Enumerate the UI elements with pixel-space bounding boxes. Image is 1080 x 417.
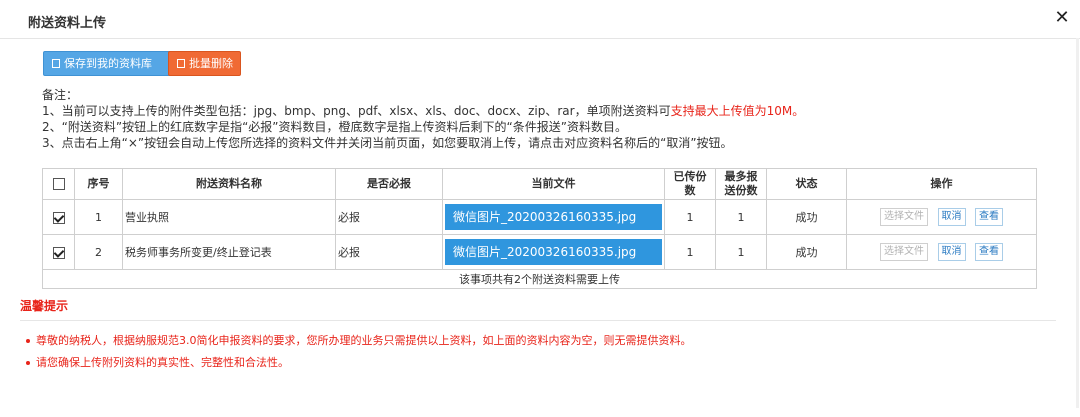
upload-dialog: 附送资料上传 ✕ 保存到我的资料库 批量删除 备注： 1、当前可以支持上传的附件…: [0, 0, 1080, 417]
row-file-cell: 微信图片_20200326160335.jpg: [442, 234, 665, 270]
batch-delete-button[interactable]: 批量删除: [168, 51, 241, 76]
table-header-row: 序号 附送资料名称 是否必报 当前文件 已传份数 最多报 送份数 状态 操作: [42, 168, 1037, 200]
col-uploaded-line2: 数: [684, 184, 696, 197]
row-status: 成功: [766, 199, 847, 235]
row-checkbox[interactable]: [52, 211, 65, 224]
close-icon[interactable]: ✕: [1052, 8, 1072, 28]
row-file[interactable]: 微信图片_20200326160335.jpg: [445, 204, 662, 230]
cancel-button[interactable]: 取消: [937, 243, 966, 261]
tips-divider: [20, 320, 1056, 321]
view-button[interactable]: 查看: [975, 243, 1003, 261]
col-name: 附送资料名称: [122, 168, 336, 200]
col-max-line2: 送份数: [724, 184, 758, 197]
col-ops: 操作: [846, 168, 1037, 200]
save-button-label: 保存到我的资料库: [64, 57, 152, 70]
notes-line-1-highlight: 支持最大上传值为10M。: [670, 104, 805, 118]
col-max: 最多报 送份数: [715, 168, 767, 200]
choose-file-button[interactable]: 选择文件: [880, 208, 928, 226]
col-max-line1: 最多报: [724, 170, 758, 183]
row-required: 必报: [335, 234, 443, 270]
bullet-icon: [26, 339, 30, 343]
row-max: 1: [715, 234, 767, 270]
dialog-title: 附送资料上传: [28, 16, 107, 31]
notes-line-1: 1、当前可以支持上传的附件类型包括：jpg、bmp、png、pdf、xlsx、x…: [42, 103, 804, 119]
save-icon: [52, 59, 60, 68]
select-all-cell[interactable]: [42, 168, 75, 200]
tip-text: 请您确保上传附列资料的真实性、完整性和合法性。: [36, 356, 289, 369]
notes-line-1-text: 1、当前可以支持上传的附件类型包括：jpg、bmp、png、pdf、xlsx、x…: [42, 104, 671, 118]
save-to-library-button[interactable]: 保存到我的资料库: [43, 51, 173, 76]
notes-line-3: 3、点击右上角“×”按钮会自动上传您所选择的资料文件并关闭当前页面，如您要取消上…: [42, 136, 733, 150]
notes-line-2: 2、“附送资料”按钮上的红底数字是指“必报”资料数目，橙底数字是指上传资料后剩下…: [42, 120, 627, 134]
row-required: 必报: [335, 199, 443, 235]
row-seq: 1: [74, 199, 123, 235]
col-uploaded: 已传份数: [664, 168, 716, 200]
tips-title: 温馨提示: [20, 299, 69, 313]
col-file: 当前文件: [442, 168, 665, 200]
col-required: 是否必报: [335, 168, 443, 200]
row-file[interactable]: 微信图片_20200326160335.jpg: [445, 239, 662, 265]
table-row: 1 营业执照 必报 微信图片_20200326160335.jpg 1 1 成功…: [42, 199, 1037, 235]
col-uploaded-line1: 已传份: [673, 170, 707, 183]
table-row: 2 税务师事务所变更/终止登记表 必报 微信图片_20200326160335.…: [42, 234, 1037, 270]
row-uploaded: 1: [664, 234, 716, 270]
cancel-button[interactable]: 取消: [937, 208, 966, 226]
row-name: 税务师事务所变更/终止登记表: [122, 234, 336, 270]
col-status: 状态: [766, 168, 847, 200]
bullet-icon: [26, 361, 30, 365]
view-button[interactable]: 查看: [975, 208, 1003, 226]
attachments-table: 序号 附送资料名称 是否必报 当前文件 已传份数 最多报 送份数 状态 操作 1 …: [42, 168, 1037, 289]
select-all-checkbox[interactable]: [52, 178, 65, 190]
tip-item: 尊敬的纳税人，根据纳服规范3.0简化申报资料的要求，您所办理的业务只需提供以上资…: [26, 332, 692, 348]
row-ops: 选择文件 取消 查看: [846, 234, 1037, 270]
table-footer-row: 该事项共有2个附送资料需要上传: [42, 269, 1037, 289]
row-select-cell[interactable]: [42, 199, 75, 235]
delete-button-label: 批量删除: [189, 57, 233, 70]
trash-icon: [177, 59, 185, 68]
row-max: 1: [715, 199, 767, 235]
scrollbar[interactable]: [1076, 38, 1079, 408]
row-select-cell[interactable]: [42, 234, 75, 270]
dialog-titlebar: 附送资料上传 ✕: [0, 0, 1080, 39]
row-seq: 2: [74, 234, 123, 270]
choose-file-button[interactable]: 选择文件: [880, 243, 928, 261]
notes-heading: 备注：: [42, 88, 79, 102]
col-seq: 序号: [74, 168, 123, 200]
row-uploaded: 1: [664, 199, 716, 235]
notes: 备注： 1、当前可以支持上传的附件类型包括：jpg、bmp、png、pdf、xl…: [42, 87, 804, 151]
row-name: 营业执照: [122, 199, 336, 235]
tip-item: 请您确保上传附列资料的真实性、完整性和合法性。: [26, 354, 289, 370]
row-ops: 选择文件 取消 查看: [846, 199, 1037, 235]
row-checkbox[interactable]: [52, 246, 65, 259]
row-file-cell: 微信图片_20200326160335.jpg: [442, 199, 665, 235]
table-footer: 该事项共有2个附送资料需要上传: [42, 269, 1037, 289]
tip-text: 尊敬的纳税人，根据纳服规范3.0简化申报资料的要求，您所办理的业务只需提供以上资…: [36, 334, 692, 347]
row-status: 成功: [766, 234, 847, 270]
